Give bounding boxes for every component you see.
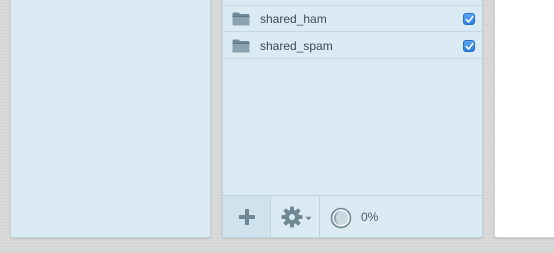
checkmark-icon [465,42,474,50]
circular-progress-icon [330,207,352,229]
settings-menu-button[interactable] [272,196,320,237]
folder-icon [232,39,250,53]
plus-icon [239,209,255,225]
folder-panel: shared_ham shared_spam 0% [222,0,483,238]
folder-toolbar: 0% [223,195,482,237]
checkmark-icon [465,15,474,23]
folder-row-shared-spam[interactable]: shared_spam [223,33,482,59]
folder-enabled-checkbox[interactable] [463,40,475,52]
progress-percentage: 0% [361,210,379,224]
add-folder-button[interactable] [223,196,271,237]
chevron-down-icon [305,216,312,221]
folder-name: shared_ham [260,12,327,26]
folder-icon [232,12,250,26]
folder-enabled-checkbox[interactable] [463,13,475,25]
folder-row-shared-ham[interactable]: shared_ham [223,6,482,32]
left-panel [10,0,211,238]
folder-name: shared_spam [260,39,333,53]
right-panel [494,0,554,238]
gear-icon [281,206,303,228]
